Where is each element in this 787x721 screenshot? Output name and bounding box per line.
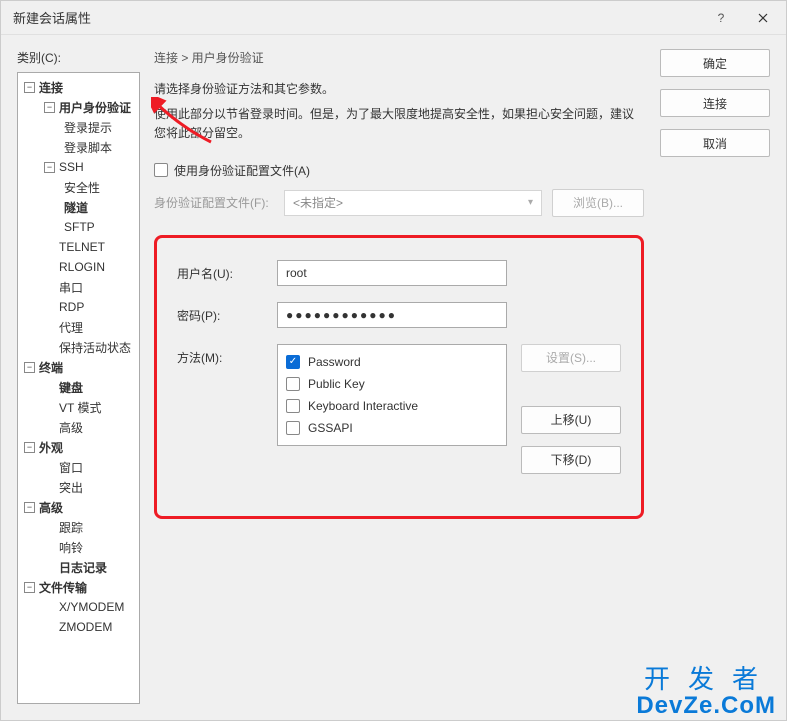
username-label: 用户名(U): bbox=[177, 260, 263, 282]
use-profile-checkbox[interactable] bbox=[154, 163, 168, 177]
use-profile-label: 使用身份验证配置文件(A) bbox=[174, 162, 310, 179]
tree-auth[interactable]: −用户身份验证 bbox=[18, 97, 139, 117]
tree-proxy[interactable]: 代理 bbox=[18, 317, 139, 337]
method-publickey[interactable]: Public Key bbox=[286, 373, 498, 395]
tree-trace[interactable]: 跟踪 bbox=[18, 517, 139, 537]
username-input[interactable]: root bbox=[277, 260, 507, 286]
tree-bell[interactable]: 响铃 bbox=[18, 537, 139, 557]
password-label: 密码(P): bbox=[177, 302, 263, 324]
collapse-icon[interactable]: − bbox=[44, 102, 55, 113]
category-label: 类别(C): bbox=[17, 49, 140, 66]
tree-appearance[interactable]: −外观 bbox=[18, 437, 139, 457]
checkbox-icon[interactable] bbox=[286, 377, 300, 391]
method-list[interactable]: ✓Password Public Key Keyboard Interactiv… bbox=[277, 344, 507, 446]
checkbox-checked-icon[interactable]: ✓ bbox=[286, 355, 300, 369]
checkbox-icon[interactable] bbox=[286, 399, 300, 413]
chevron-down-icon: ▾ bbox=[528, 197, 533, 208]
description-1: 请选择身份验证方法和其它参数。 bbox=[154, 80, 644, 99]
tree-xymodem[interactable]: X/YMODEM bbox=[18, 597, 139, 617]
tree-login-prompt[interactable]: 登录提示 bbox=[18, 117, 139, 137]
tree-security[interactable]: 安全性 bbox=[18, 177, 139, 197]
tree-adv-term[interactable]: 高级 bbox=[18, 417, 139, 437]
tree-window[interactable]: 窗口 bbox=[18, 457, 139, 477]
method-password[interactable]: ✓Password bbox=[286, 351, 498, 373]
highlight-annotation: 用户名(U): root 密码(P): ●●●●●●●●●●●● 方法(M): … bbox=[154, 235, 644, 519]
profile-value: <未指定> bbox=[293, 194, 343, 211]
collapse-icon[interactable]: − bbox=[44, 162, 55, 173]
tree-terminal[interactable]: −终端 bbox=[18, 357, 139, 377]
profile-label: 身份验证配置文件(F): bbox=[154, 194, 274, 211]
collapse-icon[interactable]: − bbox=[24, 502, 35, 513]
setup-button[interactable]: 设置(S)... bbox=[521, 344, 621, 372]
tree-sftp[interactable]: SFTP bbox=[18, 217, 139, 237]
close-icon bbox=[758, 13, 768, 23]
collapse-icon[interactable]: − bbox=[24, 82, 35, 93]
tree-connection[interactable]: −连接 bbox=[18, 77, 139, 97]
profile-select[interactable]: <未指定> ▾ bbox=[284, 190, 542, 216]
connect-button[interactable]: 连接 bbox=[660, 89, 770, 117]
tree-rlogin[interactable]: RLOGIN bbox=[18, 257, 139, 277]
tree-log[interactable]: 日志记录 bbox=[18, 557, 139, 577]
checkbox-icon[interactable] bbox=[286, 421, 300, 435]
tree-login-script[interactable]: 登录脚本 bbox=[18, 137, 139, 157]
tree-ssh[interactable]: −SSH bbox=[18, 157, 139, 177]
ok-button[interactable]: 确定 bbox=[660, 49, 770, 77]
tree-filetransfer[interactable]: −文件传输 bbox=[18, 577, 139, 597]
tree-rdp[interactable]: RDP bbox=[18, 297, 139, 317]
window-title: 新建会话属性 bbox=[13, 8, 700, 27]
tree-highlight[interactable]: 突出 bbox=[18, 477, 139, 497]
help-button[interactable]: ? bbox=[700, 3, 742, 33]
close-button[interactable] bbox=[742, 3, 784, 33]
category-tree[interactable]: −连接 −用户身份验证 登录提示 登录脚本 −SSH 安全性 隧道 SFTP T… bbox=[17, 72, 140, 704]
tree-telnet[interactable]: TELNET bbox=[18, 237, 139, 257]
cancel-button[interactable]: 取消 bbox=[660, 129, 770, 157]
tree-serial[interactable]: 串口 bbox=[18, 277, 139, 297]
move-up-button[interactable]: 上移(U) bbox=[521, 406, 621, 434]
collapse-icon[interactable]: − bbox=[24, 442, 35, 453]
description-2: 使用此部分以节省登录时间。但是，为了最大限度地提高安全性，如果担心安全问题，建议… bbox=[154, 105, 644, 143]
tree-advanced[interactable]: −高级 bbox=[18, 497, 139, 517]
collapse-icon[interactable]: − bbox=[24, 582, 35, 593]
browse-button[interactable]: 浏览(B)... bbox=[552, 189, 644, 217]
password-input[interactable]: ●●●●●●●●●●●● bbox=[277, 302, 507, 328]
tree-zmodem[interactable]: ZMODEM bbox=[18, 617, 139, 637]
move-down-button[interactable]: 下移(D) bbox=[521, 446, 621, 474]
method-gssapi[interactable]: GSSAPI bbox=[286, 417, 498, 439]
tree-tunnel[interactable]: 隧道 bbox=[18, 197, 139, 217]
breadcrumb: 连接 > 用户身份验证 bbox=[154, 49, 644, 66]
method-label: 方法(M): bbox=[177, 344, 263, 366]
tree-keepalive[interactable]: 保持活动状态 bbox=[18, 337, 139, 357]
method-kbi[interactable]: Keyboard Interactive bbox=[286, 395, 498, 417]
collapse-icon[interactable]: − bbox=[24, 362, 35, 373]
tree-keyboard[interactable]: 键盘 bbox=[18, 377, 139, 397]
tree-vtmode[interactable]: VT 模式 bbox=[18, 397, 139, 417]
